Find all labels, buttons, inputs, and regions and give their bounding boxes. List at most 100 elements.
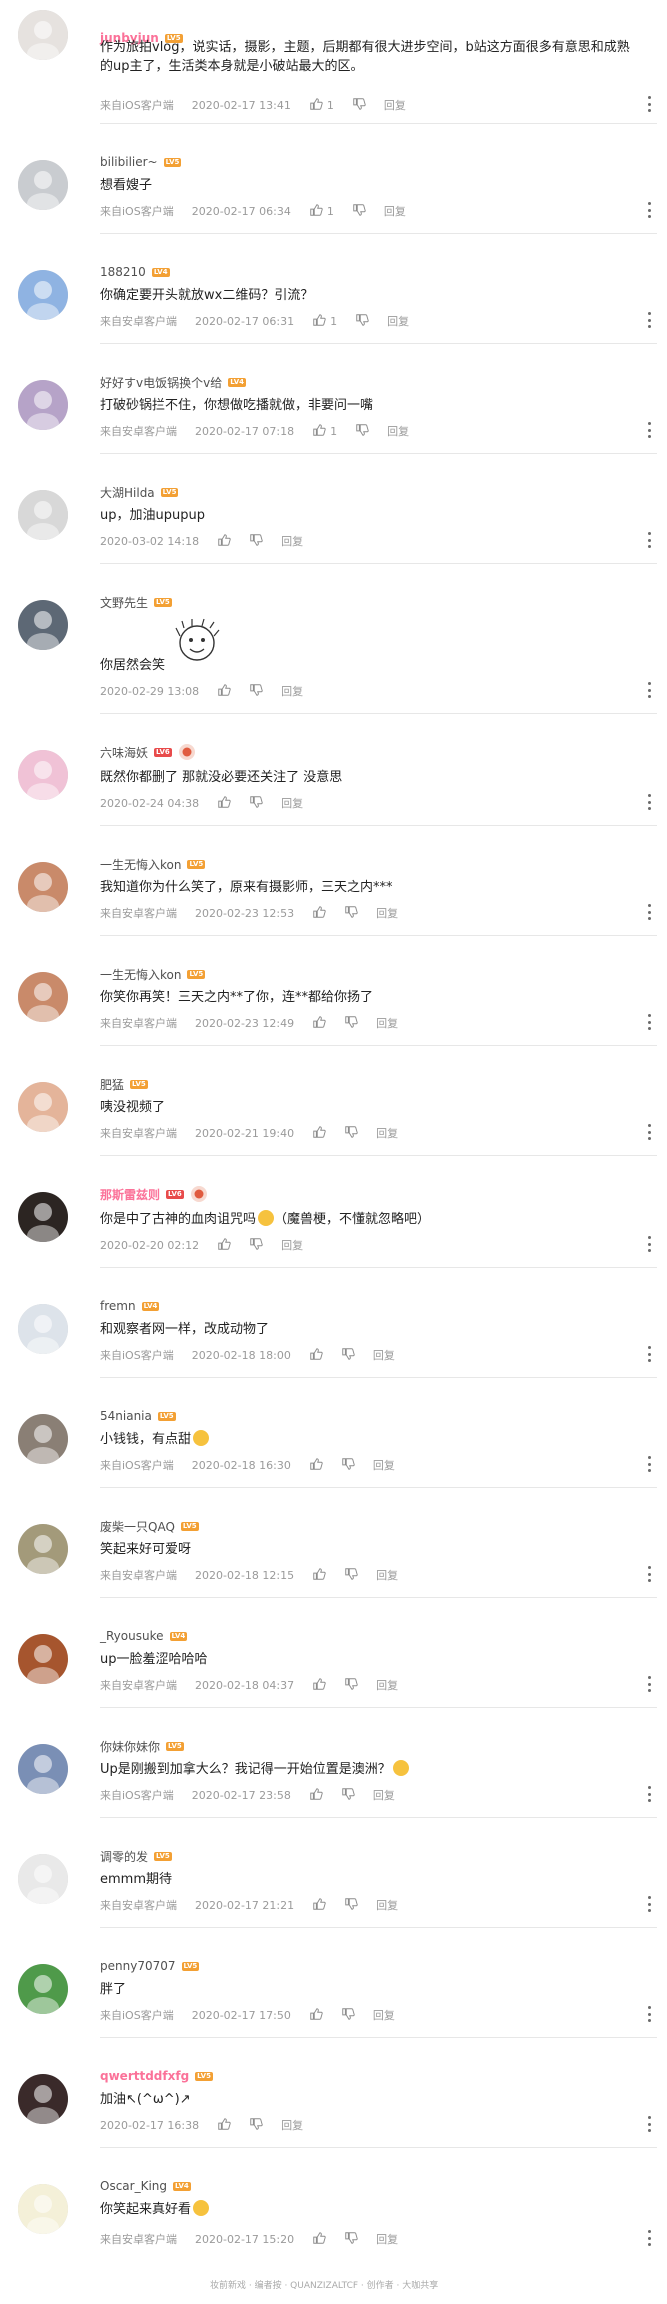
more-vertical-icon[interactable] [643,1676,655,1692]
username-link[interactable]: penny70707 [100,1959,176,1973]
username-link[interactable]: 六味海妖 [100,744,148,761]
avatar[interactable] [18,750,68,800]
reply-button[interactable]: 回复 [281,683,303,699]
reply-button[interactable]: 回复 [373,1347,395,1363]
more-vertical-icon[interactable] [643,422,655,438]
like-button[interactable]: 1 [312,423,337,440]
dislike-button[interactable] [355,313,369,330]
more-vertical-icon[interactable] [643,96,655,112]
reply-button[interactable]: 回复 [376,1677,398,1693]
more-vertical-icon[interactable] [643,2230,655,2246]
dislike-button[interactable] [249,683,263,700]
dislike-button[interactable] [249,1237,263,1254]
reply-button[interactable]: 回复 [373,1787,395,1803]
avatar[interactable] [18,1634,68,1684]
like-button[interactable]: 1 [309,203,334,220]
dislike-button[interactable] [352,203,366,220]
avatar[interactable] [18,1854,68,1904]
more-vertical-icon[interactable] [643,1236,655,1252]
like-button[interactable]: 1 [312,313,337,330]
username-link[interactable]: fremn [100,1299,136,1313]
dislike-button[interactable] [341,1787,355,1804]
more-vertical-icon[interactable] [643,1124,655,1140]
more-vertical-icon[interactable] [643,682,655,698]
more-vertical-icon[interactable] [643,1786,655,1802]
reply-button[interactable]: 回复 [376,2231,398,2247]
username-link[interactable]: 调零的发 [100,1848,148,1865]
reply-button[interactable]: 回复 [387,313,409,329]
username-link[interactable]: 你妹你妹你 [100,1738,160,1755]
dislike-button[interactable] [341,1347,355,1364]
like-button[interactable] [309,1787,323,1804]
reply-button[interactable]: 回复 [376,1897,398,1913]
dislike-button[interactable] [344,905,358,922]
username-link[interactable]: 文野先生 [100,594,148,611]
username-link[interactable]: bilibilier~ [100,155,158,169]
avatar[interactable] [18,972,68,1022]
reply-button[interactable]: 回复 [373,2007,395,2023]
like-button[interactable] [312,1677,326,1694]
dislike-button[interactable] [344,1015,358,1032]
avatar[interactable] [18,270,68,320]
username-link[interactable]: 一生无悔入kon [100,966,181,983]
more-vertical-icon[interactable] [643,1014,655,1030]
username-link[interactable]: 那斯雷兹则 [100,1186,160,1203]
avatar[interactable] [18,1414,68,1464]
like-button[interactable] [217,533,231,550]
avatar[interactable] [18,1192,68,1242]
reply-button[interactable]: 回复 [376,905,398,921]
avatar[interactable] [18,490,68,540]
like-button[interactable] [312,1567,326,1584]
more-vertical-icon[interactable] [643,904,655,920]
more-vertical-icon[interactable] [643,312,655,328]
like-button[interactable] [309,1457,323,1474]
more-vertical-icon[interactable] [643,1566,655,1582]
like-button[interactable] [309,2007,323,2024]
reply-button[interactable]: 回复 [376,1015,398,1031]
dislike-button[interactable] [249,533,263,550]
reply-button[interactable]: 回复 [281,795,303,811]
more-vertical-icon[interactable] [643,2006,655,2022]
avatar[interactable] [18,160,68,210]
avatar[interactable] [18,2184,68,2234]
username-link[interactable]: 一生无悔入kon [100,856,181,873]
avatar[interactable] [18,380,68,430]
more-vertical-icon[interactable] [643,532,655,548]
avatar[interactable] [18,862,68,912]
like-button[interactable] [312,905,326,922]
more-vertical-icon[interactable] [643,202,655,218]
more-vertical-icon[interactable] [643,2116,655,2132]
like-button[interactable] [217,795,231,812]
reply-button[interactable]: 回复 [387,423,409,439]
like-button[interactable] [217,1237,231,1254]
dislike-button[interactable] [355,423,369,440]
avatar[interactable] [18,1744,68,1794]
dislike-button[interactable] [352,97,366,114]
dislike-button[interactable] [344,1125,358,1142]
reply-button[interactable]: 回复 [373,1457,395,1473]
reply-button[interactable]: 回复 [376,1567,398,1583]
avatar[interactable] [18,10,68,60]
like-button[interactable] [217,683,231,700]
username-link[interactable]: qwerttddfxfg [100,2069,189,2083]
like-button[interactable] [309,1347,323,1364]
like-button[interactable] [312,1897,326,1914]
reply-button[interactable]: 回复 [384,97,406,113]
avatar[interactable] [18,1082,68,1132]
reply-button[interactable]: 回复 [384,203,406,219]
reply-button[interactable]: 回复 [281,1237,303,1253]
more-vertical-icon[interactable] [643,794,655,810]
like-button[interactable] [312,2231,326,2248]
username-link[interactable]: _Ryousuke [100,1629,164,1643]
avatar[interactable] [18,2074,68,2124]
dislike-button[interactable] [344,1677,358,1694]
username-link[interactable]: 大湖Hilda [100,484,155,501]
like-button[interactable] [217,2117,231,2134]
dislike-button[interactable] [344,2231,358,2248]
reply-button[interactable]: 回复 [281,2117,303,2133]
username-link[interactable]: Oscar_King [100,2179,167,2193]
username-link[interactable]: 废柴一只QAQ [100,1518,175,1535]
dislike-button[interactable] [344,1897,358,1914]
username-link[interactable]: 188210 [100,265,146,279]
like-button[interactable] [312,1125,326,1142]
